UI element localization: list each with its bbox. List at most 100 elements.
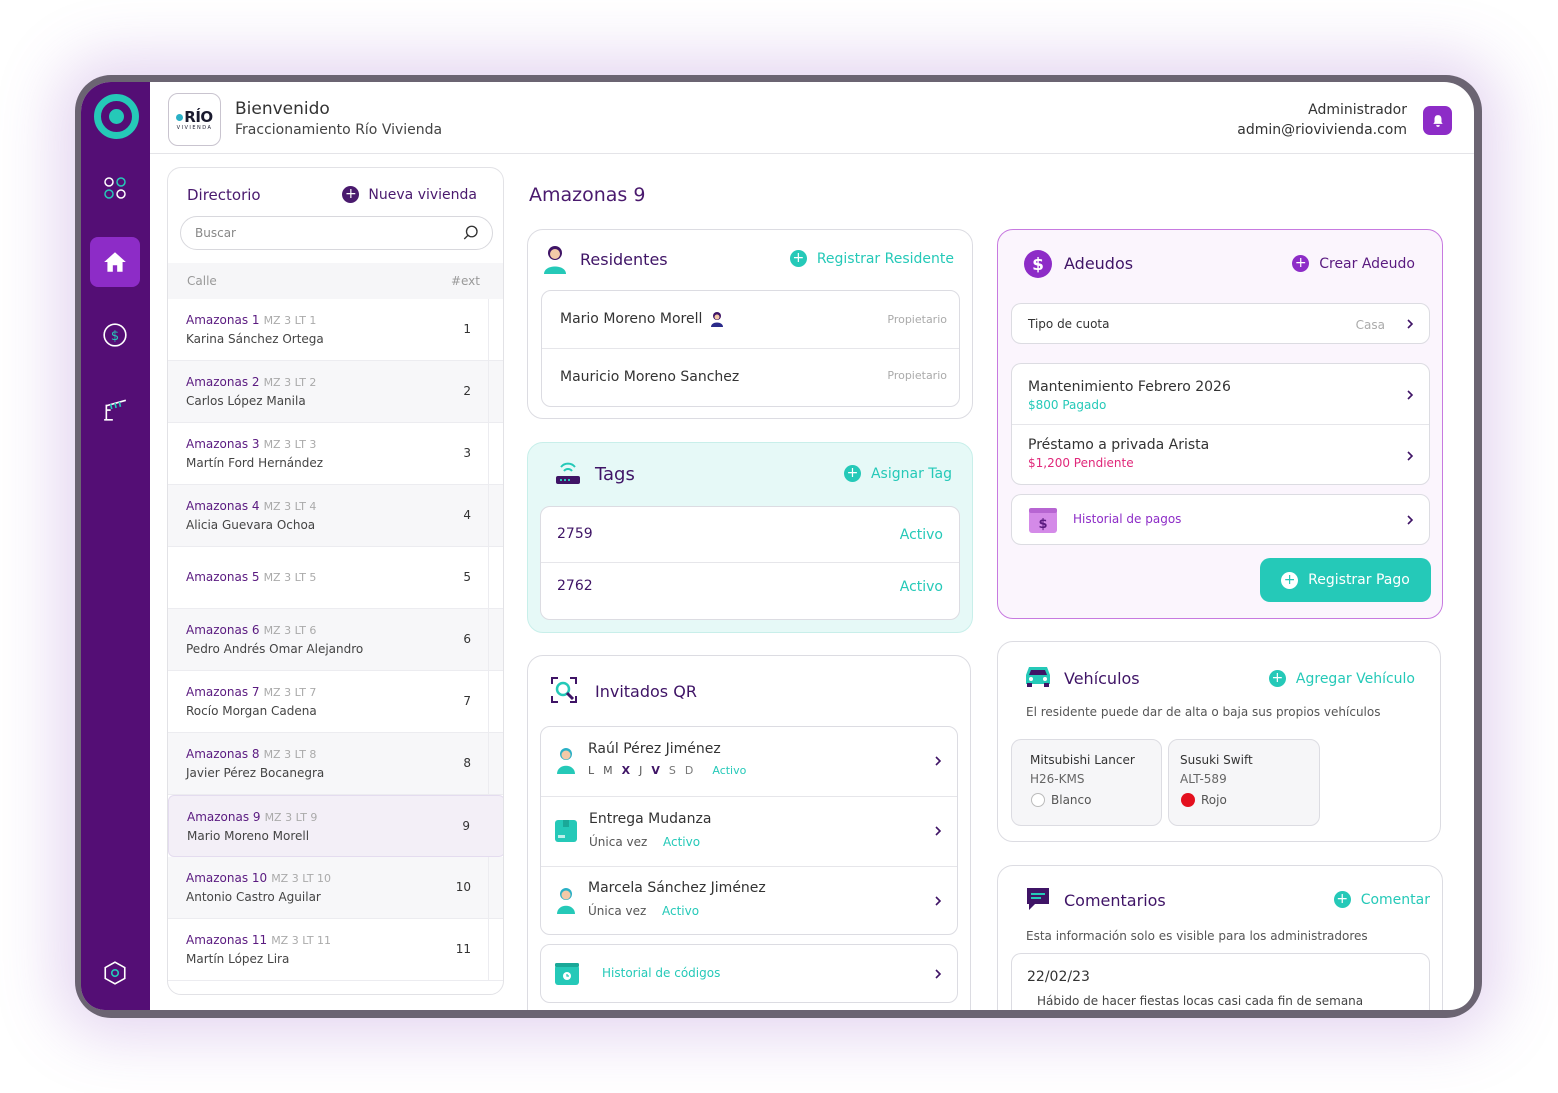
day-label: D — [684, 764, 694, 777]
day-label: J — [639, 764, 643, 777]
table-row[interactable]: Amazonas 7 MZ 3 LT 7 Rocío Morgan Cadena 7 — [168, 671, 503, 733]
row-number: 1 — [463, 322, 471, 336]
row-street: Amazonas 9 — [187, 810, 261, 824]
new-home-button[interactable]: + Nueva vivienda — [342, 186, 477, 203]
owner-badge-icon — [711, 312, 723, 327]
row-divider — [488, 361, 489, 422]
table-row[interactable]: Amazonas 8 MZ 3 LT 8 Javier Pérez Bocanegr… — [168, 733, 503, 795]
code-history-label: Historial de códigos — [602, 966, 721, 980]
logo-text: RÍO — [184, 108, 213, 126]
vehicle-color: Rojo — [1201, 793, 1227, 807]
row-divider — [488, 547, 489, 608]
row-street: Amazonas 7 — [186, 685, 260, 699]
chevron-right-icon[interactable] — [933, 756, 943, 766]
list-item[interactable]: Mantenimiento Febrero 2026 $800 Pagado — [1012, 364, 1429, 425]
day-label-active: V — [651, 764, 660, 777]
row-owner: Martín Ford Hernández — [186, 456, 324, 470]
table-row-selected[interactable]: Amazonas 9 MZ 3 LT 9 Mario Moreno Morell 9 — [168, 795, 503, 857]
vehicle-plate: H26-KMS — [1030, 772, 1085, 786]
plus-icon: + — [1292, 255, 1310, 272]
table-row[interactable]: Amazonas 2 MZ 3 LT 2 Carlos López Manila 2 — [168, 361, 503, 423]
debts-card: $ Adeudos + Crear Adeudo Tipo de cuota C… — [997, 229, 1443, 619]
dollar-icon[interactable]: $ — [90, 310, 140, 360]
row-street: Amazonas 10 — [186, 871, 268, 885]
guest-status: Activo — [663, 835, 701, 849]
row-street: Amazonas 1 — [186, 313, 260, 327]
comment-item[interactable]: 22/02/23 Hábido de hacer fiestas locas c… — [1011, 953, 1430, 1010]
guest-name: Marcela Sánchez Jiménez — [588, 880, 766, 896]
row-owner: Alicia Guevara Ochoa — [186, 518, 316, 532]
column-street: Calle — [187, 274, 217, 288]
settings-hex-icon[interactable] — [90, 948, 140, 998]
guest-status: Activo — [662, 904, 700, 918]
guest-name: Entrega Mudanza — [589, 811, 712, 827]
create-debt-button[interactable]: + Crear Adeudo — [1292, 255, 1415, 272]
register-resident-button[interactable]: + Registrar Residente — [789, 250, 954, 267]
list-item[interactable]: 2762 Activo — [541, 563, 959, 619]
table-row[interactable]: Amazonas 11 MZ 3 LT 11 Martín López Lira 11 — [168, 919, 503, 981]
debt-title: Préstamo a privada Arista — [1028, 437, 1210, 453]
debt-amount-paid: $800 Pagado — [1028, 398, 1107, 412]
welcome-block: Bienvenido Fraccionamiento Río Vivienda — [235, 99, 442, 138]
color-swatch-white — [1031, 793, 1045, 807]
list-item[interactable]: 2759 Activo — [541, 507, 959, 563]
row-lot: MZ 3 LT 6 — [263, 624, 317, 637]
row-number: 4 — [463, 508, 471, 522]
tag-code: 2762 — [557, 578, 593, 594]
table-row[interactable]: Amazonas 10 MZ 3 LT 10 Antonio Castro Agui… — [168, 857, 503, 919]
row-number: 8 — [463, 756, 471, 770]
row-divider — [488, 485, 489, 546]
comments-title: Comentarios — [1064, 891, 1166, 910]
top-header: RÍO VIVIENDA Bienvenido Fraccionamiento … — [150, 82, 1474, 154]
table-row[interactable]: Amazonas 3 MZ 3 LT 3 Martín Ford Hernández… — [168, 423, 503, 485]
plus-icon: + — [1281, 571, 1299, 589]
apps-grid-icon[interactable] — [90, 163, 140, 213]
vehicle-card[interactable]: Mitsubishi Lancer H26-KMS Blanco — [1011, 739, 1162, 826]
assign-tag-button[interactable]: + Asignar Tag — [843, 465, 952, 482]
row-street: Amazonas 2 — [186, 375, 260, 389]
guest-person-icon — [557, 748, 575, 774]
create-debt-label: Crear Adeudo — [1319, 255, 1415, 272]
table-row[interactable]: Amazonas 6 MZ 3 LT 6 Pedro Andrés Omar Ale… — [168, 609, 503, 671]
vehicle-card[interactable]: Susuki Swift ALT-589 Rojo — [1168, 739, 1320, 826]
ring-logo-icon[interactable] — [94, 94, 139, 139]
payment-history-button[interactable]: $ Historial de pagos — [1011, 494, 1430, 545]
list-item[interactable]: Raúl Pérez Jiménez L M X J V S D Activo — [541, 727, 957, 797]
table-row[interactable]: Amazonas 5 MZ 3 LT 5 5 — [168, 547, 503, 609]
chevron-right-icon — [1407, 319, 1414, 329]
home-icon[interactable] — [90, 237, 140, 287]
row-lot: MZ 3 LT 9 — [264, 811, 318, 824]
tags-card: Tags + Asignar Tag 2759 Activo 2762 Acti… — [527, 442, 973, 633]
quota-type-selector[interactable]: Tipo de cuota Casa — [1011, 303, 1430, 344]
gate-barrier-icon[interactable] — [90, 384, 140, 434]
vehicle-color: Blanco — [1051, 793, 1092, 807]
row-number: 9 — [462, 819, 470, 833]
row-divider — [488, 733, 489, 794]
code-history-button[interactable]: Historial de códigos — [540, 944, 958, 1003]
svg-text:$: $ — [1038, 517, 1047, 532]
register-payment-button[interactable]: + Registrar Pago — [1260, 558, 1431, 602]
comment-button[interactable]: + Comentar — [1333, 891, 1430, 908]
chevron-right-icon[interactable] — [933, 896, 943, 906]
row-lot: MZ 3 LT 3 — [263, 438, 317, 451]
vehicle-model: Susuki Swift — [1180, 753, 1253, 767]
search-input[interactable] — [195, 217, 455, 249]
table-row[interactable]: Amazonas 4 MZ 3 LT 4 Alicia Guevara Ochoa 4 — [168, 485, 503, 547]
resident-name: Mauricio Moreno Sanchez — [560, 369, 740, 385]
color-swatch-red — [1181, 793, 1195, 807]
row-lot: MZ 3 LT 4 — [263, 500, 317, 513]
list-item[interactable]: Mario Moreno Morell Propietario — [542, 291, 959, 349]
list-item[interactable]: Préstamo a privada Arista $1,200 Pendien… — [1012, 425, 1429, 484]
list-item[interactable]: Entrega Mudanza Única vez Activo — [541, 797, 957, 867]
tag-status: Activo — [899, 527, 943, 543]
assign-tag-label: Asignar Tag — [870, 465, 952, 482]
row-lot: MZ 3 LT 1 — [263, 314, 317, 327]
add-vehicle-button[interactable]: + Agregar Vehículo — [1268, 670, 1415, 687]
chevron-right-icon[interactable] — [933, 826, 943, 836]
table-row[interactable]: Amazonas 1 MZ 3 LT 1 Karina Sánchez Ortega… — [168, 299, 503, 361]
search-icon[interactable] — [462, 224, 480, 242]
list-item[interactable]: Marcela Sánchez Jiménez Única vez Activo — [541, 867, 957, 934]
list-item[interactable]: Mauricio Moreno Sanchez Propietario — [542, 349, 959, 406]
notifications-button[interactable] — [1423, 106, 1452, 135]
quota-type-value: Casa — [1355, 318, 1385, 332]
